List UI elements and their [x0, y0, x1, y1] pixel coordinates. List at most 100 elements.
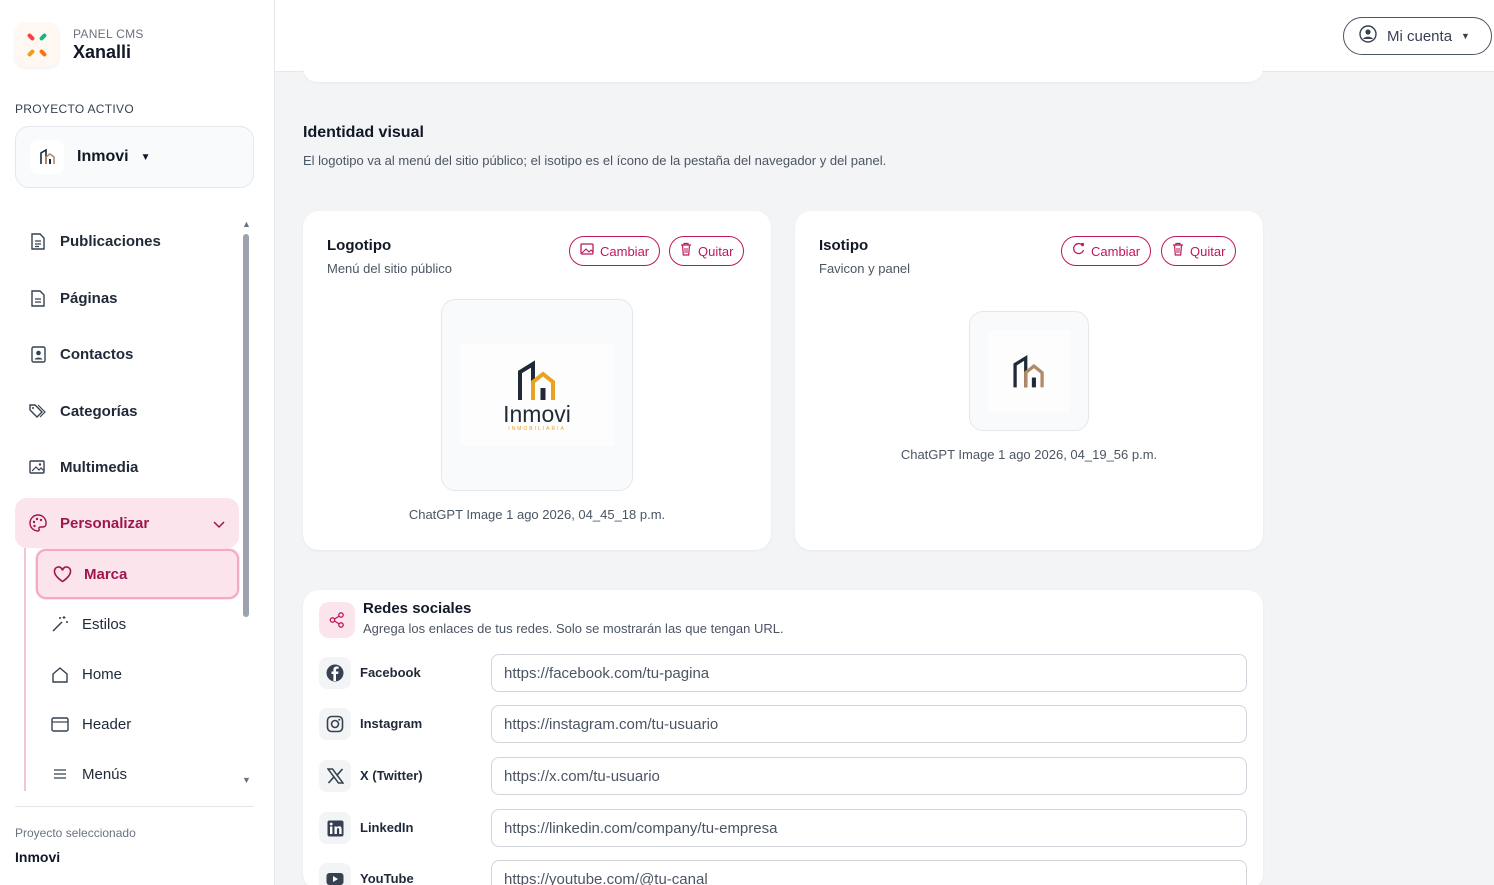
- sidebar-item-publicaciones[interactable]: Publicaciones: [15, 216, 239, 266]
- sidebar-item-label: Publicaciones: [60, 232, 161, 250]
- logo-wordmark: Inmovi: [503, 401, 571, 427]
- remove-logo-button[interactable]: Quitar: [669, 236, 745, 266]
- logo-card-subtitle: Menú del sitio público: [327, 261, 453, 276]
- remove-isotype-button[interactable]: Quitar: [1161, 236, 1237, 266]
- sidebar-subitem-label: Home: [82, 665, 123, 683]
- social-card: Redes sociales Agrega los enlaces de tus…: [303, 590, 1263, 885]
- logo-card: Logotipo Menú del sitio público Cambiar …: [303, 211, 771, 550]
- x-twitter-icon: [319, 760, 351, 792]
- facebook-icon: [319, 657, 351, 689]
- window-icon: [50, 714, 70, 734]
- logo-filename: ChatGPT Image 1 ago 2026, 04_45_18 p.m.: [408, 507, 666, 522]
- tags-icon: [29, 402, 47, 420]
- list-icon: [50, 764, 70, 784]
- caret-down-icon: ▼: [1461, 31, 1470, 41]
- change-label: Cambiar: [1091, 243, 1141, 259]
- sidebar-item-label: Personalizar: [60, 514, 150, 532]
- selected-project-label: Proyecto seleccionado: [15, 826, 136, 840]
- social-title: Redes sociales: [363, 600, 472, 617]
- sidebar-item-personalizar[interactable]: Personalizar: [15, 498, 239, 548]
- social-description: Agrega los enlaces de tus redes. Solo se…: [363, 621, 784, 636]
- sidebar-subitem-estilos[interactable]: Estilos: [36, 599, 239, 649]
- change-isotype-button[interactable]: Cambiar: [1061, 236, 1152, 266]
- linkedin-icon: [319, 812, 351, 844]
- document-icon: [29, 232, 47, 250]
- isotype-card-subtitle: Favicon y panel: [819, 261, 911, 276]
- scroll-up-icon[interactable]: ▲: [242, 219, 251, 229]
- isotype-card: Isotipo Favicon y panel Cambiar Quitar C…: [795, 211, 1263, 550]
- user-circle-icon: [1359, 24, 1377, 48]
- logo-preview[interactable]: Inmovi INMOBILIARIA: [441, 299, 633, 491]
- sidebar-subitem-home[interactable]: Home: [36, 649, 239, 699]
- sidebar-subitem-header[interactable]: Header: [36, 699, 239, 749]
- sidebar-item-label: Contactos: [60, 345, 134, 363]
- inmovi-logo-mark: [518, 360, 555, 400]
- social-name: LinkedIn: [360, 820, 414, 835]
- isotype-card-title: Isotipo: [819, 237, 869, 254]
- section-title: Identidad visual: [303, 124, 424, 141]
- magic-wand-icon: [50, 614, 70, 634]
- house-icon: [50, 664, 70, 684]
- sidebar-item-label: Multimedia: [60, 458, 139, 476]
- sidebar-item-contactos[interactable]: Contactos: [15, 329, 239, 379]
- sidebar-subitem-marca[interactable]: Marca: [36, 549, 239, 599]
- contact-icon: [29, 345, 47, 363]
- project-selector[interactable]: Inmovi ▼: [15, 126, 254, 188]
- social-name: Facebook: [360, 665, 421, 680]
- x-url-input[interactable]: [491, 757, 1247, 795]
- instagram-url-input[interactable]: [491, 705, 1247, 743]
- sidebar: PANEL CMS Xanalli PROYECTO ACTIVO Inmovi…: [0, 0, 275, 885]
- trash-icon: [1172, 242, 1184, 261]
- social-row-youtube: YouTube: [319, 860, 1249, 885]
- project-house-icon: [30, 140, 64, 174]
- sidebar-item-categorias[interactable]: Categorías: [15, 386, 239, 436]
- images-icon: [29, 458, 47, 476]
- facebook-url-input[interactable]: [491, 654, 1247, 692]
- social-row-x-twitter: X (Twitter): [319, 757, 1249, 797]
- sidebar-scrollbar[interactable]: ▲ ▼: [240, 219, 252, 789]
- social-name: X (Twitter): [360, 768, 423, 783]
- youtube-icon: [319, 863, 351, 885]
- submenu-line: [24, 548, 26, 791]
- trash-icon: [680, 242, 692, 261]
- youtube-url-input[interactable]: [491, 860, 1247, 885]
- xanalli-logo-icon: [15, 23, 59, 67]
- brand-kicker: PANEL CMS: [73, 27, 144, 41]
- account-menu-button[interactable]: Mi cuenta ▼: [1343, 17, 1492, 55]
- social-name: Instagram: [360, 716, 423, 731]
- sidebar-item-label: Categorías: [60, 402, 138, 420]
- remove-label: Quitar: [1190, 243, 1226, 259]
- logo-tagline: INMOBILIARIA: [508, 426, 566, 432]
- inmovi-isotype-icon: [1013, 354, 1044, 388]
- heart-icon: [52, 564, 72, 584]
- selected-project-name: Inmovi: [15, 849, 61, 865]
- social-row-facebook: Facebook: [319, 654, 1249, 694]
- isotype-filename: ChatGPT Image 1 ago 2026, 04_19_56 p.m.: [900, 447, 1158, 462]
- logo-card-title: Logotipo: [327, 237, 392, 254]
- sidebar-subitem-label: Menús: [82, 765, 128, 783]
- sidebar-item-multimedia[interactable]: Multimedia: [15, 442, 239, 492]
- scroll-down-icon[interactable]: ▼: [242, 775, 251, 785]
- brand-name: Xanalli: [73, 42, 132, 62]
- social-row-linkedin: LinkedIn: [319, 809, 1249, 849]
- remove-label: Quitar: [698, 243, 734, 259]
- isotype-preview[interactable]: [969, 311, 1089, 431]
- divider: [15, 806, 254, 807]
- change-label: Cambiar: [600, 243, 650, 259]
- account-label: Mi cuenta: [1387, 27, 1453, 45]
- caret-down-icon: ▼: [140, 151, 151, 163]
- chevron-down-icon: [213, 516, 225, 534]
- change-logo-button[interactable]: Cambiar: [569, 236, 661, 266]
- sidebar-subitem-label: Estilos: [82, 615, 127, 633]
- scroll-thumb[interactable]: [243, 234, 249, 617]
- share-icon: [319, 602, 355, 638]
- linkedin-url-input[interactable]: [491, 809, 1247, 847]
- previous-card: [303, 60, 1263, 82]
- project-name: Inmovi: [77, 148, 129, 165]
- sidebar-subitem-label: Header: [82, 715, 132, 733]
- sidebar-subitem-menus[interactable]: Menús: [36, 749, 239, 799]
- brand[interactable]: PANEL CMS Xanalli: [15, 23, 144, 67]
- sidebar-item-paginas[interactable]: Páginas: [15, 273, 239, 323]
- social-row-instagram: Instagram: [319, 705, 1249, 745]
- active-project-label: PROYECTO ACTIVO: [15, 102, 134, 116]
